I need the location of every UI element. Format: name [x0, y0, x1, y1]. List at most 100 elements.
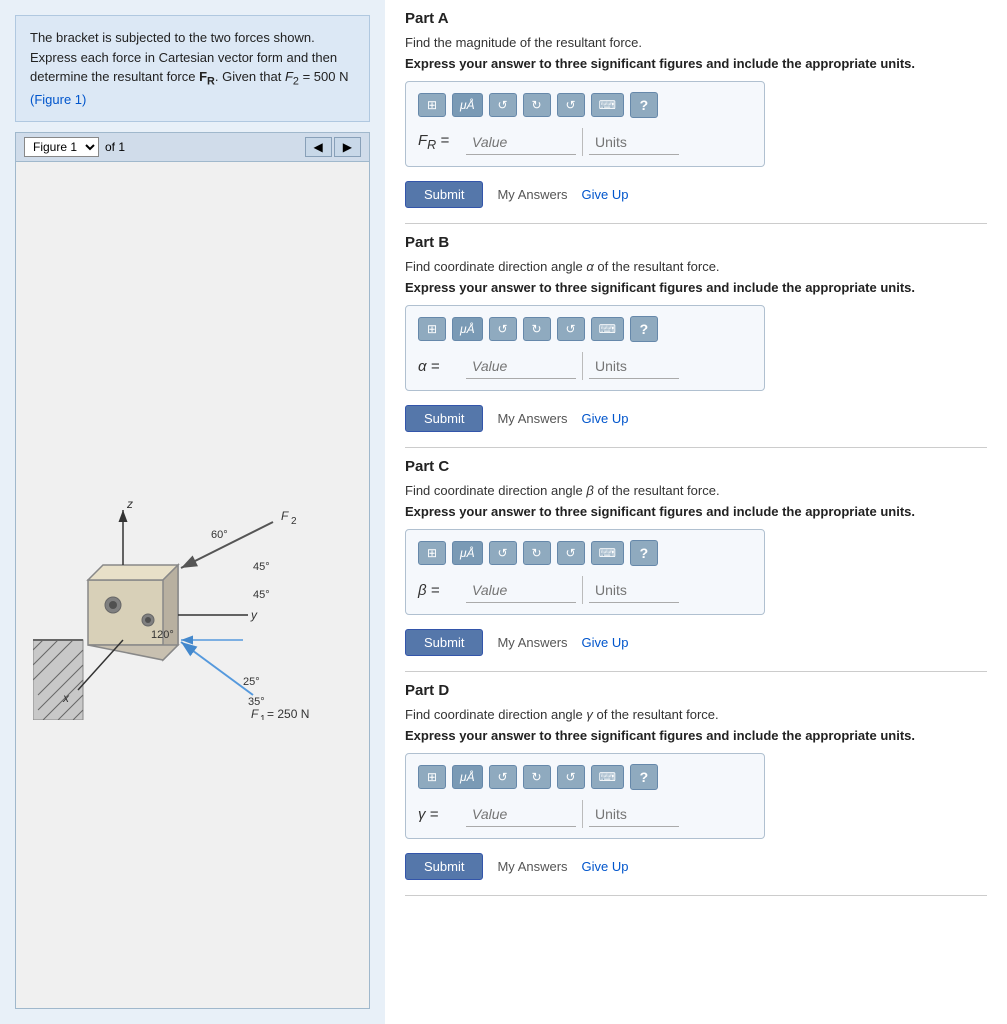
part-c-help-button[interactable]: ? — [630, 540, 658, 566]
part-a-input-row: FR = — [418, 128, 752, 156]
part-d-answer-box: ⊞ μÅ ↺ ↻ ↺ ⌨ ? γ = — [405, 753, 765, 839]
part-c-refresh-button[interactable]: ↺ — [557, 541, 585, 565]
part-d-my-answers-link[interactable]: My Answers — [497, 859, 567, 874]
part-b-undo-button[interactable]: ↺ — [489, 317, 517, 341]
part-a-undo-button[interactable]: ↺ — [489, 93, 517, 117]
part-a-section: Part A Find the magnitude of the resulta… — [405, 10, 987, 224]
part-a-keyboard-button[interactable]: ⌨ — [591, 93, 624, 117]
refresh-icon-b: ↺ — [566, 322, 576, 336]
part-a-submit-button[interactable]: Submit — [405, 181, 483, 208]
svg-text:25°: 25° — [243, 676, 260, 688]
part-a-my-answers-link[interactable]: My Answers — [497, 187, 567, 202]
part-b-keyboard-button[interactable]: ⌨ — [591, 317, 624, 341]
part-c-description: Find coordinate direction angle β of the… — [405, 483, 987, 498]
part-c-mu-button[interactable]: μÅ — [452, 541, 483, 565]
svg-text:45°: 45° — [253, 589, 270, 601]
part-d-units-input[interactable] — [589, 802, 679, 827]
svg-text:y: y — [250, 608, 258, 622]
part-a-divider — [582, 128, 583, 156]
part-a-value-input[interactable] — [466, 130, 576, 155]
part-c-value-input[interactable] — [466, 578, 576, 603]
part-d-title: Part D — [405, 682, 987, 699]
part-b-refresh-button[interactable]: ↺ — [557, 317, 585, 341]
part-d-help-button[interactable]: ? — [630, 764, 658, 790]
part-d-redo-button[interactable]: ↻ — [523, 765, 551, 789]
svg-text:x: x — [62, 691, 70, 705]
part-d-keyboard-button[interactable]: ⌨ — [591, 765, 624, 789]
part-a-toolbar: ⊞ μÅ ↺ ↻ ↺ ⌨ ? — [418, 92, 752, 118]
undo-icon-c: ↺ — [498, 546, 508, 560]
part-a-redo-button[interactable]: ↻ — [523, 93, 551, 117]
part-c-submit-row: Submit My Answers Give Up — [405, 629, 987, 656]
part-b-submit-button[interactable]: Submit — [405, 405, 483, 432]
figure-link[interactable]: (Figure 1) — [30, 92, 86, 107]
part-d-description: Find coordinate direction angle γ of the… — [405, 707, 987, 722]
part-a-refresh-button[interactable]: ↺ — [557, 93, 585, 117]
part-c-undo-button[interactable]: ↺ — [489, 541, 517, 565]
part-c-give-up-link[interactable]: Give Up — [582, 635, 629, 650]
part-d-section: Part D Find coordinate direction angle γ… — [405, 682, 987, 896]
redo-icon: ↻ — [532, 98, 542, 112]
figure-nav-bar: Figure 1 of 1 ◀ ▶ — [15, 132, 370, 162]
prev-figure-button[interactable]: ◀ — [305, 137, 332, 157]
part-c-units-input[interactable] — [589, 578, 679, 603]
part-b-submit-row: Submit My Answers Give Up — [405, 405, 987, 432]
grid-icon-b: ⊞ — [427, 322, 437, 336]
part-b-units-input[interactable] — [589, 354, 679, 379]
undo-icon: ↺ — [498, 98, 508, 112]
part-c-submit-button[interactable]: Submit — [405, 629, 483, 656]
part-c-answer-box: ⊞ μÅ ↺ ↻ ↺ ⌨ ? β = — [405, 529, 765, 615]
part-d-toolbar: ⊞ μÅ ↺ ↻ ↺ ⌨ ? — [418, 764, 752, 790]
part-a-help-button[interactable]: ? — [630, 92, 658, 118]
part-c-grid-button[interactable]: ⊞ — [418, 541, 446, 565]
part-a-units-input[interactable] — [589, 130, 679, 155]
part-b-input-row: α = — [418, 352, 752, 380]
part-d-mu-button[interactable]: μÅ — [452, 765, 483, 789]
part-c-redo-button[interactable]: ↻ — [523, 541, 551, 565]
figure-dropdown[interactable]: Figure 1 — [24, 137, 99, 157]
part-d-grid-button[interactable]: ⊞ — [418, 765, 446, 789]
part-a-grid-button[interactable]: ⊞ — [418, 93, 446, 117]
part-d-value-input[interactable] — [466, 802, 576, 827]
undo-icon-b: ↺ — [498, 322, 508, 336]
part-b-give-up-link[interactable]: Give Up — [582, 411, 629, 426]
part-d-submit-row: Submit My Answers Give Up — [405, 853, 987, 880]
part-c-instruction: Express your answer to three significant… — [405, 504, 987, 519]
grid-icon-d: ⊞ — [427, 770, 437, 784]
figure-image: z x y F 2 — [15, 162, 370, 1009]
part-b-value-input[interactable] — [466, 354, 576, 379]
part-b-redo-button[interactable]: ↻ — [523, 317, 551, 341]
help-icon-d: ? — [640, 769, 649, 785]
given-val: = 500 N — [299, 69, 349, 84]
part-c-my-answers-link[interactable]: My Answers — [497, 635, 567, 650]
redo-icon-c: ↻ — [532, 546, 542, 560]
part-d-refresh-button[interactable]: ↺ — [557, 765, 585, 789]
part-d-give-up-link[interactable]: Give Up — [582, 859, 629, 874]
figure-nav-arrows: ◀ ▶ — [305, 137, 361, 157]
svg-text:= 250 N: = 250 N — [267, 707, 309, 720]
fr-bold: F — [199, 69, 207, 84]
mu-icon-b: μÅ — [460, 322, 475, 336]
part-d-submit-button[interactable]: Submit — [405, 853, 483, 880]
part-b-mu-button[interactable]: μÅ — [452, 317, 483, 341]
part-b-grid-button[interactable]: ⊞ — [418, 317, 446, 341]
part-a-give-up-link[interactable]: Give Up — [582, 187, 629, 202]
problem-statement: The bracket is subjected to the two forc… — [15, 15, 370, 122]
keyboard-icon-c: ⌨ — [599, 546, 616, 560]
part-b-help-button[interactable]: ? — [630, 316, 658, 342]
next-figure-button[interactable]: ▶ — [334, 137, 361, 157]
part-b-section: Part B Find coordinate direction angle α… — [405, 234, 987, 448]
fr-sub: R — [207, 76, 215, 88]
part-c-keyboard-button[interactable]: ⌨ — [591, 541, 624, 565]
given-text: . Given that — [215, 69, 285, 84]
grid-icon: ⊞ — [427, 98, 437, 112]
figure-select[interactable]: Figure 1 — [24, 137, 99, 157]
refresh-icon: ↺ — [566, 98, 576, 112]
part-b-title: Part B — [405, 234, 987, 251]
part-b-my-answers-link[interactable]: My Answers — [497, 411, 567, 426]
part-d-undo-button[interactable]: ↺ — [489, 765, 517, 789]
f2-italic: F — [285, 69, 293, 84]
svg-text:F: F — [281, 509, 289, 523]
part-a-mu-button[interactable]: μÅ — [452, 93, 483, 117]
undo-icon-d: ↺ — [498, 770, 508, 784]
